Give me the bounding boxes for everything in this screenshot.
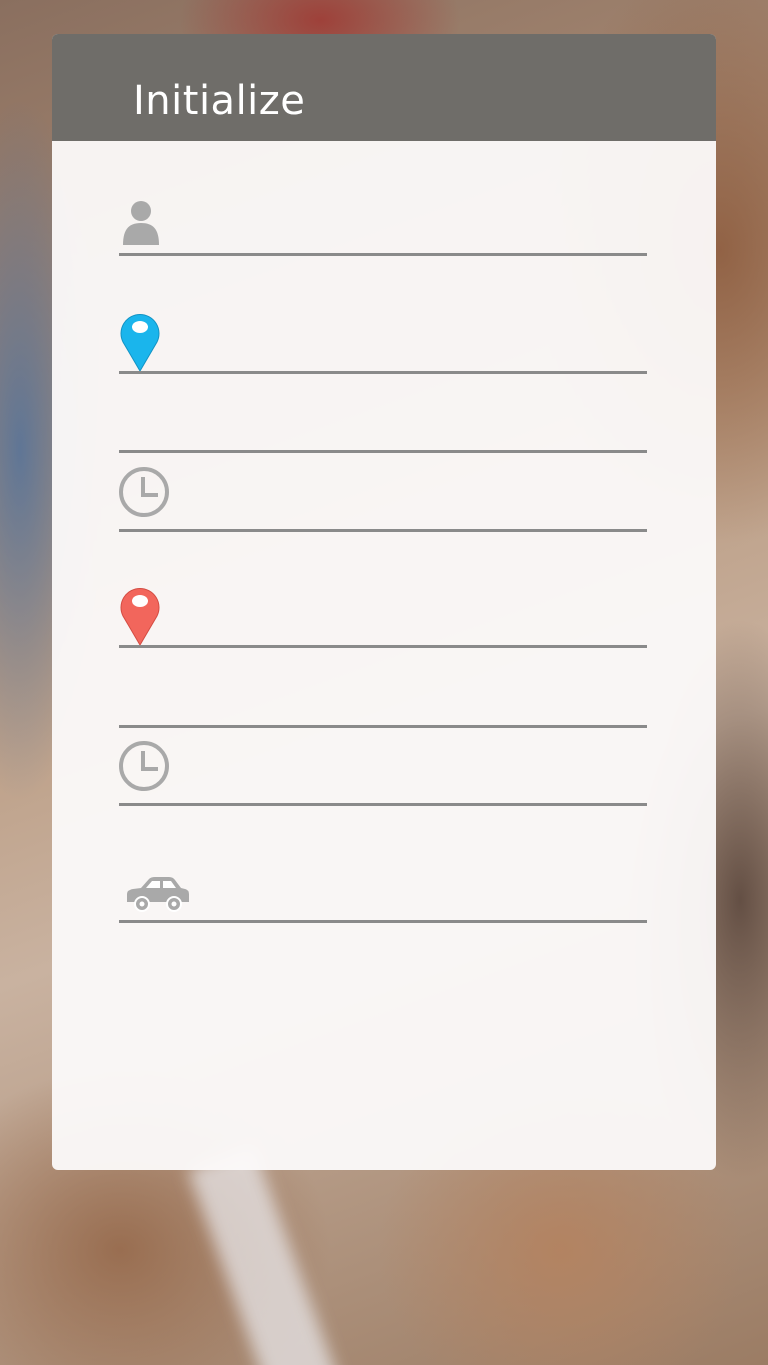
page-title: Initialize: [133, 78, 306, 124]
name-field[interactable]: [119, 194, 647, 256]
background-photo: [187, 1145, 343, 1365]
dropoff-location-detail-field[interactable]: [119, 668, 647, 728]
dropoff-location-field[interactable]: [119, 589, 647, 648]
initialize-card: Initialize: [52, 34, 716, 1170]
card-header: Initialize: [52, 34, 716, 141]
dropoff-time-field[interactable]: [119, 746, 647, 806]
pickup-time-field[interactable]: [119, 470, 647, 532]
app-screen: Initialize: [0, 0, 768, 1365]
vehicle-field[interactable]: [119, 864, 647, 923]
pickup-location-detail-field[interactable]: [119, 394, 647, 453]
pickup-location-field[interactable]: [119, 314, 647, 374]
